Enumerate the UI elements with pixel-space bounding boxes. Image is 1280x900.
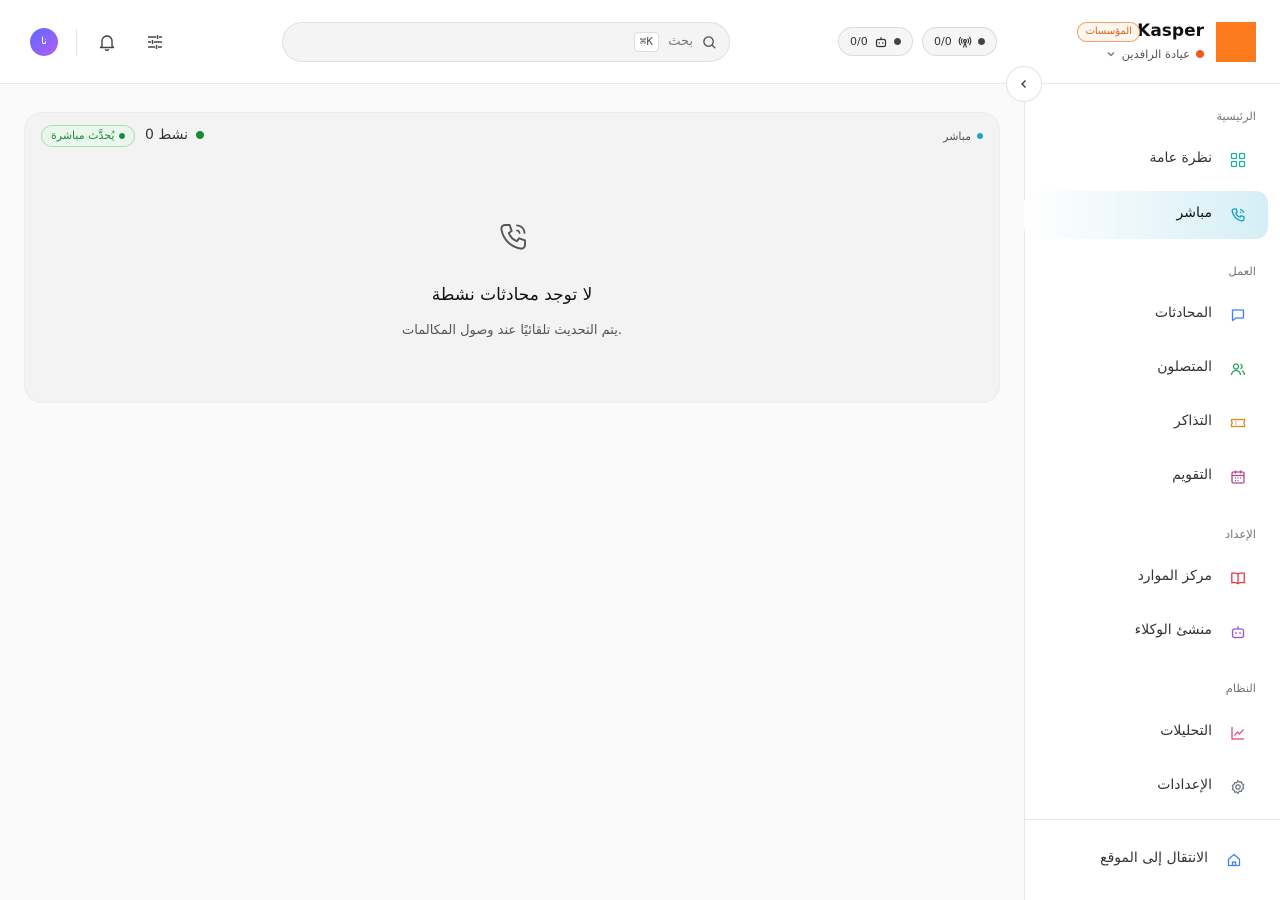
sidebar-section-work: العمل <box>1228 264 1256 278</box>
sidebar-item-label: نظرة عامة <box>1149 150 1212 166</box>
sidebar: الرئيسية نظرة عامة مباشر العمل المحادثات… <box>1024 84 1280 900</box>
search-icon <box>703 36 716 49</box>
sidebar-item-label: التقويم <box>1172 467 1212 483</box>
panel-label: مباشر <box>943 130 971 143</box>
sidebar-collapse-button[interactable] <box>1006 66 1042 102</box>
gear-icon <box>1231 779 1245 795</box>
status-pill-calls-value: 0/0 <box>934 35 952 48</box>
sidebar-divider <box>1024 819 1280 820</box>
divider <box>76 28 77 56</box>
sidebar-item-label: التحليلات <box>1160 723 1212 739</box>
top-bar: Kasper المؤسسات عيادة الرافدين 0/0 0/0 ب… <box>0 0 1280 84</box>
sidebar-item-conversations[interactable]: المحادثات <box>1024 291 1268 339</box>
phone-call-icon <box>500 224 526 250</box>
sidebar-item-label: الإعدادات <box>1157 777 1212 793</box>
sidebar-item-label: المتصلون <box>1157 359 1212 375</box>
active-count-text: 0 نشط <box>145 127 189 143</box>
status-pill-agents-value: 0/0 <box>850 35 868 48</box>
sidebar-item-label: منشئ الوكلاء <box>1134 622 1212 638</box>
sidebar-section-setup: الإعداد <box>1225 527 1256 541</box>
sidebar-item-calendar[interactable]: التقويم <box>1024 453 1268 501</box>
sidebar-item-label: مباشر <box>1176 205 1212 221</box>
plan-badge: المؤسسات <box>1077 22 1140 42</box>
book-icon <box>1231 572 1245 585</box>
sidebar-item-label: مركز الموارد <box>1137 568 1212 584</box>
sidebar-item-agent-builder[interactable]: منشئ الوكلاء <box>1024 608 1268 656</box>
status-dot <box>977 38 985 45</box>
sidebar-item-live[interactable]: مباشر <box>1024 191 1268 239</box>
grid-icon <box>1230 152 1246 168</box>
message-icon <box>1231 309 1245 322</box>
badge-dot <box>119 133 126 139</box>
sidebar-item-label: الانتقال إلى الموقع <box>1100 850 1208 866</box>
calendar-icon <box>1231 470 1245 484</box>
live-indicator-dot <box>977 133 983 139</box>
sidebar-section-system: النظام <box>1225 681 1256 695</box>
live-calls-panel: مباشر يُحدَّث مباشرة 0 نشط لا توجد محادث… <box>24 112 1000 403</box>
home-icon <box>1227 853 1241 867</box>
antenna-icon <box>958 36 971 48</box>
bot-icon <box>1231 626 1245 639</box>
org-status-dot <box>1196 50 1204 58</box>
empty-state-subtitle: يتم التحديث تلقائيًا عند وصول المكالمات. <box>402 323 622 338</box>
sidebar-item-callers[interactable]: المتصلون <box>1024 345 1268 393</box>
notifications-button[interactable] <box>93 28 121 56</box>
active-count: 0 نشط <box>145 127 205 143</box>
avatar[interactable]: نا <box>30 28 58 56</box>
org-switcher[interactable]: عيادة الرافدين <box>1106 47 1204 61</box>
live-update-badge: يُحدَّث مباشرة <box>41 125 136 147</box>
sidebar-item-label: المحادثات <box>1154 305 1212 321</box>
chevron-left-icon <box>1020 79 1027 89</box>
search-placeholder: بحث <box>668 34 693 49</box>
sidebar-item-go-to-site[interactable]: الانتقال إلى الموقع <box>1020 836 1264 884</box>
phone-call-icon <box>1231 208 1245 222</box>
search-shortcut: ⌘K <box>633 32 659 52</box>
filter-button[interactable] <box>141 28 169 56</box>
chart-icon <box>1231 727 1244 740</box>
sidebar-item-tickets[interactable]: التذاكر <box>1024 399 1268 447</box>
badge-text: يُحدَّث مباشرة <box>51 129 115 142</box>
status-pill-agents[interactable]: 0/0 <box>838 27 913 56</box>
sidebar-item-label: التذاكر <box>1173 413 1212 429</box>
brand-name: Kasper <box>1137 21 1204 41</box>
sidebar-item-resource-center[interactable]: مركز الموارد <box>1024 554 1268 602</box>
sidebar-section-home: الرئيسية <box>1216 109 1256 123</box>
sidebar-item-analytics[interactable]: التحليلات <box>1024 709 1268 757</box>
org-name: عيادة الرافدين <box>1121 47 1190 61</box>
status-pill-calls[interactable]: 0/0 <box>922 27 997 56</box>
status-dot <box>893 38 901 45</box>
active-count-dot <box>196 131 205 139</box>
sliders-icon <box>148 35 162 49</box>
users-icon <box>1230 363 1246 376</box>
bot-icon <box>875 36 886 47</box>
ticket-icon <box>1230 418 1246 428</box>
brand-logo[interactable] <box>1216 22 1256 62</box>
empty-state-title: لا توجد محادثات نشطة <box>431 285 593 305</box>
sidebar-item-settings[interactable]: الإعدادات <box>1024 763 1268 811</box>
sidebar-item-overview[interactable]: نظرة عامة <box>1024 136 1268 184</box>
chevron-down-icon <box>1107 52 1115 57</box>
bell-icon <box>99 35 115 52</box>
search-bar[interactable]: بحث ⌘K <box>282 22 730 62</box>
